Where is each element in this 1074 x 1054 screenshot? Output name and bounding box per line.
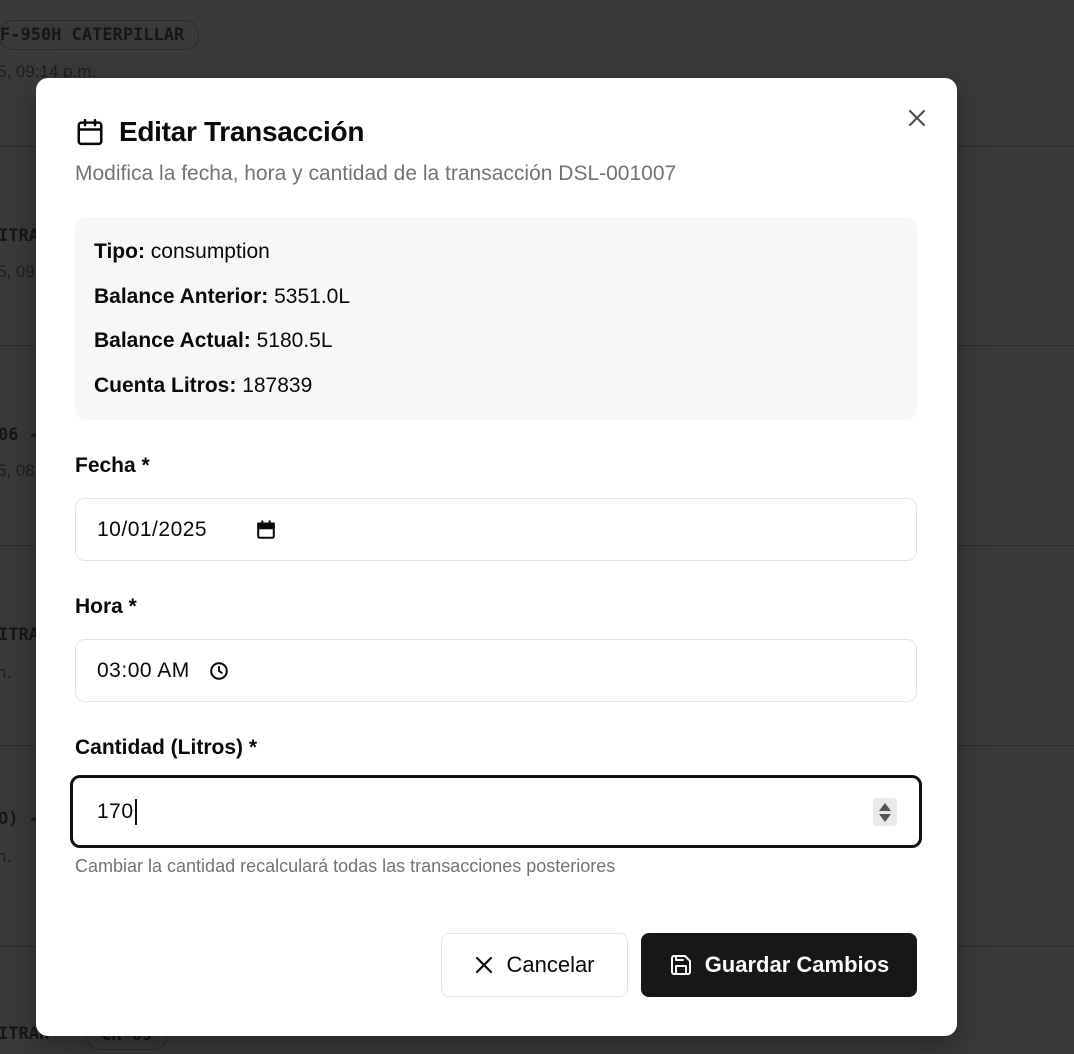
edit-transaction-dialog: Editar Transacción Modifica la fecha, ho… [36,78,957,1036]
cantidad-value: 170 [97,799,134,823]
info-value: consumption [150,240,270,263]
cancel-button[interactable]: Cancelar [441,933,628,997]
hora-time-input[interactable]: 03:00 AM [75,639,917,702]
hora-value: 03:00 AM [97,658,190,682]
clock-icon[interactable] [208,660,230,682]
dialog-description: Modifica la fecha, hora y cantidad de la… [75,162,677,185]
timestamp: 5, 09 [0,262,35,281]
spinner-down-icon[interactable] [879,813,891,822]
calendar-icon [77,118,103,146]
fecha-date-input[interactable]: 10/01/2025 [75,498,917,561]
timestamp: 5, 08 [0,461,35,480]
transaction-info-box: Tipo: consumption Balance Anterior: 5351… [75,217,917,420]
dialog-header: Editar Transacción [75,116,364,148]
equipment-chip: ITRA [0,226,39,246]
calendar-picker-icon[interactable] [255,519,277,541]
info-cuenta-litros: Cuenta Litros: 187839 [94,371,898,416]
info-value: 5351.0L [274,284,351,308]
info-label: Balance Anterior: [94,284,269,308]
fecha-value: 10/01/2025 [97,517,208,541]
dialog-title: Editar Transacción [119,116,365,147]
info-value: 5180.5L [256,329,333,352]
info-balance-anterior: Balance Anterior: 5351.0L [94,282,898,327]
info-label: Cuenta Litros: [94,373,237,397]
info-tipo: Tipo: consumption [94,237,898,282]
info-value: 187839 [242,373,313,397]
save-changes-button[interactable]: Guardar Cambios [641,933,917,997]
timestamp: n. [0,847,12,866]
equipment-chip: ITRA [0,625,39,645]
number-spinner[interactable] [873,798,897,826]
save-button-label: Guardar Cambios [704,952,890,977]
cancel-button-label: Cancelar [506,952,595,977]
hora-label: Hora * [75,595,137,618]
info-balance-actual: Balance Actual: 5180.5L [94,326,898,371]
save-icon [670,955,691,975]
fecha-label: Fecha * [75,454,150,477]
timestamp: n. [0,663,12,682]
equipment-chip: 06 - [0,425,39,445]
cantidad-number-input[interactable]: 170 [70,775,922,848]
equipment-chip: O) - [0,809,39,829]
info-label: Tipo: [94,240,145,263]
cantidad-label: Cantidad (Litros) * [75,736,257,759]
close-button[interactable] [903,104,931,132]
equipment-chip: F-950H CATERPILLAR [0,20,200,50]
text-caret [134,798,137,825]
close-icon [909,110,925,126]
info-label: Balance Actual: [94,329,251,352]
cantidad-helper-text: Cambiar la cantidad recalculará todas la… [75,856,616,876]
x-icon [476,956,493,974]
spinner-up-icon[interactable] [879,802,891,811]
